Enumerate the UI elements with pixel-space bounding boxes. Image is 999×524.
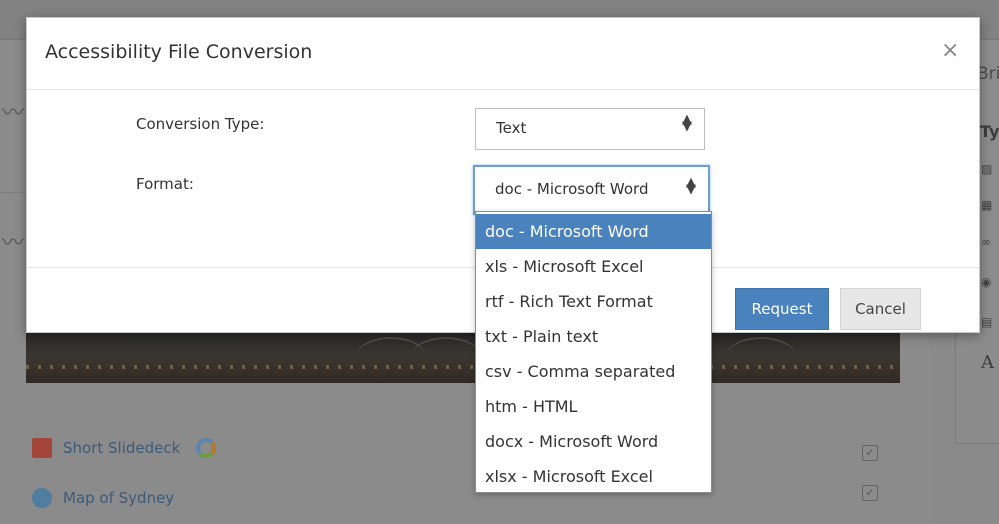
conversion-type-select[interactable]: Text ▲ ▼ (475, 108, 705, 150)
right-panel-heading: Ty (980, 122, 999, 141)
right-panel-title: Bri (977, 64, 999, 84)
globe-icon (32, 488, 52, 508)
link-icon: ∞ (981, 235, 991, 249)
format-value: doc - Microsoft Word (495, 180, 649, 198)
checkbox-icon[interactable]: ✓ (862, 445, 878, 461)
format-label: Format: (136, 175, 194, 193)
grid-icon: ▦ (981, 198, 993, 212)
background-file-row[interactable]: Short Slidedeck (32, 436, 217, 460)
format-option[interactable]: doc - Microsoft Word (476, 214, 711, 249)
sort-arrows-icon: ▲ ▼ (686, 175, 696, 197)
pdf-icon (32, 438, 52, 458)
format-dropdown-list: doc - Microsoft Word xls - Microsoft Exc… (475, 211, 712, 493)
wave-icon: 〰 (2, 231, 25, 256)
wave-icon: 〰 (2, 101, 25, 126)
format-option[interactable]: xlsx - Microsoft Excel (476, 459, 711, 494)
dialog-header: Accessibility File Conversion × (27, 18, 979, 90)
format-option[interactable]: txt - Plain text (476, 319, 711, 354)
text-format-icon: A (981, 352, 994, 373)
cancel-button[interactable]: Cancel (840, 288, 921, 330)
file-link[interactable]: Short Slidedeck (63, 439, 180, 457)
format-option[interactable]: csv - Comma separated (476, 354, 711, 389)
dialog-title: Accessibility File Conversion (45, 41, 313, 63)
format-option[interactable]: htm - HTML (476, 389, 711, 424)
request-button[interactable]: Request (735, 288, 829, 330)
file-link[interactable]: Map of Sydney (63, 489, 174, 507)
format-select[interactable]: doc - Microsoft Word ▲ ▼ (473, 165, 710, 215)
sync-icon (196, 438, 217, 458)
background-file-row[interactable]: Map of Sydney (32, 486, 174, 510)
play-icon: ◉ (981, 275, 992, 289)
table-icon: ▤ (981, 315, 993, 329)
image-icon: ▨ (981, 162, 993, 176)
sydney-banner-image (26, 333, 900, 383)
checkbox-icon[interactable]: ✓ (862, 485, 878, 501)
sort-arrows-icon: ▲ ▼ (682, 112, 692, 134)
format-option[interactable]: rtf - Rich Text Format (476, 284, 711, 319)
conversion-type-value: Text (496, 119, 527, 137)
close-icon[interactable]: × (941, 40, 959, 62)
conversion-type-label: Conversion Type: (136, 115, 265, 133)
format-option[interactable]: xls - Microsoft Excel (476, 249, 711, 284)
format-option[interactable]: docx - Microsoft Word (476, 424, 711, 459)
